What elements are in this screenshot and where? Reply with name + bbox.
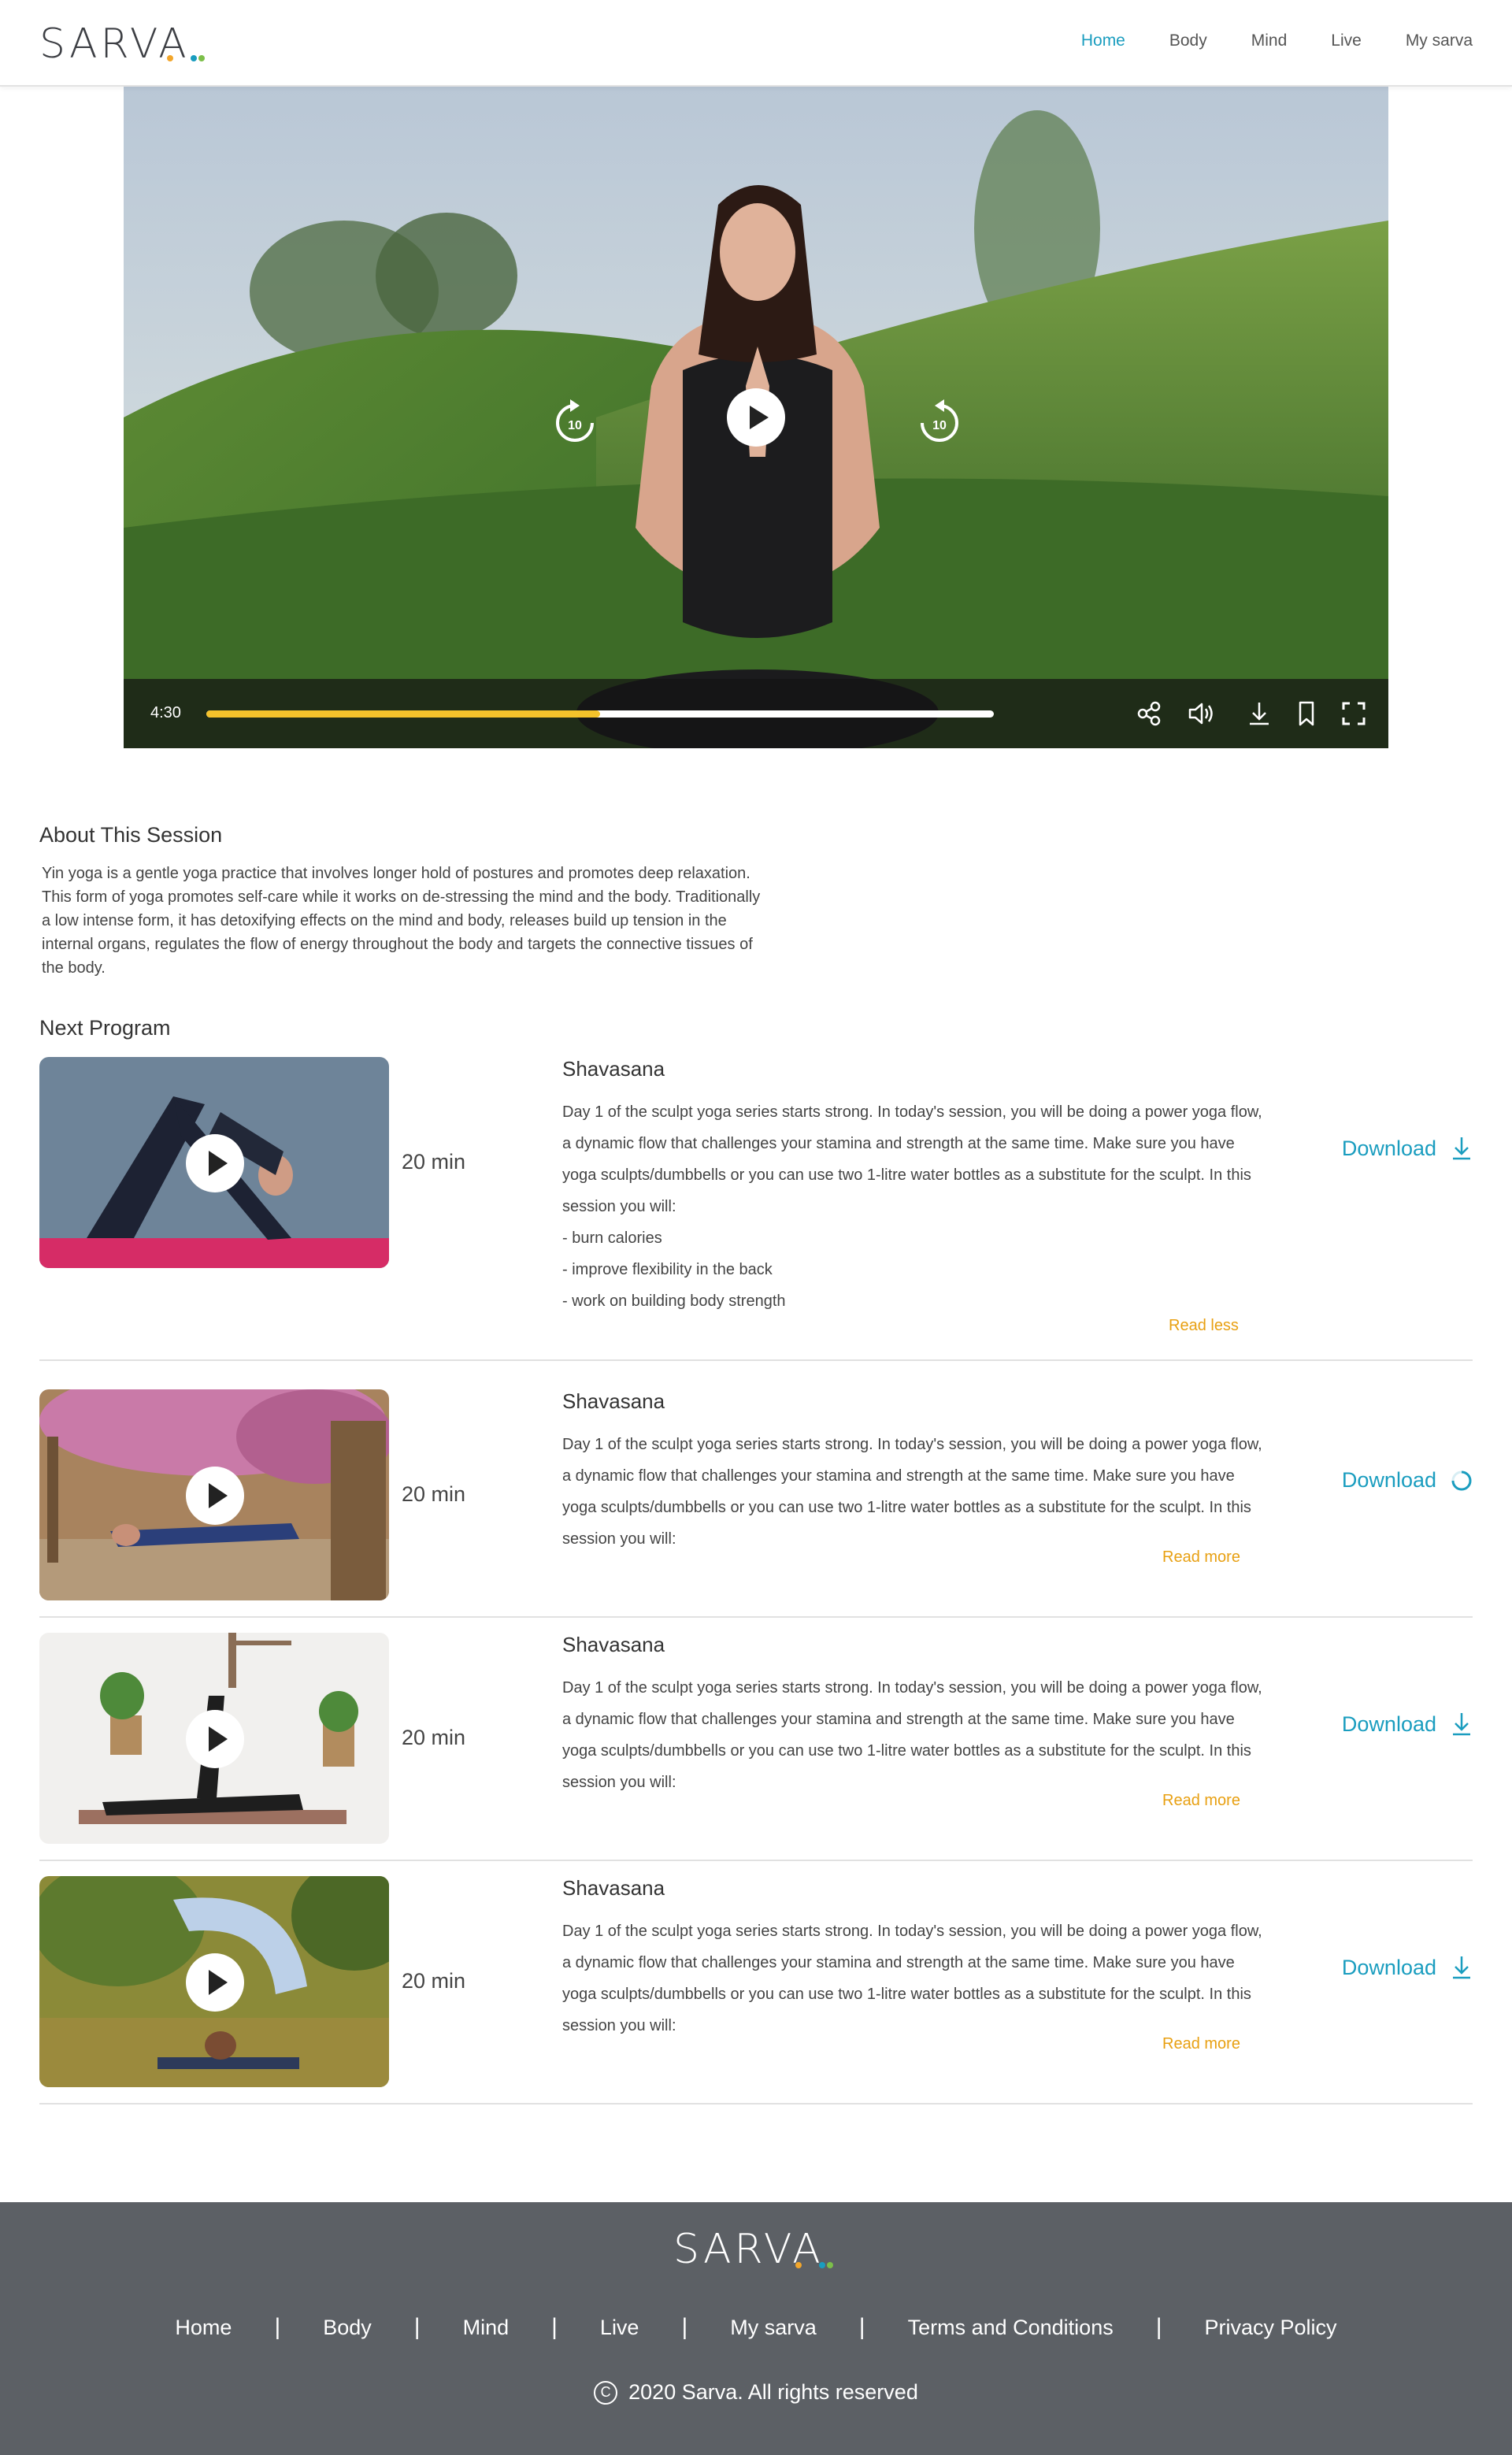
footer-separator: | xyxy=(551,2314,558,2340)
download-button[interactable]: Download xyxy=(1342,1468,1473,1493)
footer-separator: | xyxy=(274,2314,281,2340)
forward-10-icon[interactable]: 10 xyxy=(917,398,962,445)
read-more-link[interactable]: Read more xyxy=(1162,1548,1240,1567)
program-duration: 20 min xyxy=(402,1726,466,1749)
fullscreen-icon[interactable] xyxy=(1340,699,1368,728)
svg-text:10: 10 xyxy=(932,419,947,432)
copyright-text: 2020 Sarva. All rights reserved xyxy=(628,2380,918,2404)
program-row: 20 min Shavasana Day 1 of the sculpt yog… xyxy=(39,1057,1473,1361)
program-duration: 20 min xyxy=(402,1150,466,1174)
play-icon xyxy=(750,406,769,429)
read-more-link[interactable]: Read more xyxy=(1162,1792,1240,1810)
program-title: Shavasana xyxy=(562,1057,665,1081)
download-icon[interactable] xyxy=(1245,699,1273,728)
footer-logo-dots-icon xyxy=(795,2262,833,2268)
footer-link-body[interactable]: Body xyxy=(323,2316,372,2340)
about-session-title: About This Session xyxy=(39,823,223,847)
program-title: Shavasana xyxy=(562,1876,665,1900)
program-bullet: - improve flexibility in the back xyxy=(562,1261,773,1278)
player-control-bar: 4:30 xyxy=(124,679,1388,748)
bookmark-icon[interactable] xyxy=(1292,699,1321,728)
footer-link-live[interactable]: Live xyxy=(600,2316,639,2340)
footer-link-privacy[interactable]: Privacy Policy xyxy=(1205,2316,1337,2340)
program-thumbnail[interactable] xyxy=(39,1389,389,1600)
svg-text:10: 10 xyxy=(568,419,582,432)
download-icon xyxy=(1453,1956,1470,1979)
program-thumbnail[interactable] xyxy=(39,1057,389,1268)
program-title: Shavasana xyxy=(562,1633,665,1656)
download-icon xyxy=(1453,1713,1470,1736)
rewind-10-icon[interactable]: 10 xyxy=(553,398,597,445)
program-description-text: Day 1 of the sculpt yoga series starts s… xyxy=(562,1103,1262,1215)
thumbnail-play-icon[interactable] xyxy=(186,1953,244,2012)
program-bullet: - work on building body strength xyxy=(562,1292,786,1310)
nav-my-sarva[interactable]: My sarva xyxy=(1406,32,1473,50)
program-duration: 20 min xyxy=(402,1969,466,1993)
main-nav: Home Body Mind Live My sarva xyxy=(1081,32,1473,50)
program-description-text: Day 1 of the sculpt yoga series starts s… xyxy=(562,1436,1262,1548)
program-description: Day 1 of the sculpt yoga series starts s… xyxy=(562,1915,1271,2042)
seek-bar[interactable] xyxy=(206,710,994,718)
program-description-text: Day 1 of the sculpt yoga series starts s… xyxy=(562,1679,1262,1791)
site-footer: SARVA Home | Body | Mind | Live | My sar… xyxy=(0,2202,1512,2455)
footer-link-mind[interactable]: Mind xyxy=(463,2316,510,2340)
footer-link-my-sarva[interactable]: My sarva xyxy=(730,2316,817,2340)
program-description: Day 1 of the sculpt yoga series starts s… xyxy=(562,1429,1271,1555)
copyright: C 2020 Sarva. All rights reserved xyxy=(0,2380,1512,2405)
download-button[interactable]: Download xyxy=(1342,1136,1473,1161)
read-more-link[interactable]: Read more xyxy=(1162,2035,1240,2053)
footer-link-terms[interactable]: Terms and Conditions xyxy=(908,2316,1114,2340)
footer-separator: | xyxy=(413,2314,421,2340)
nav-home[interactable]: Home xyxy=(1081,32,1125,50)
share-icon[interactable] xyxy=(1135,699,1163,728)
footer-separator: | xyxy=(681,2314,688,2340)
program-thumbnail[interactable] xyxy=(39,1633,389,1844)
program-description: Day 1 of the sculpt yoga series starts s… xyxy=(562,1096,1271,1317)
seek-bar-progress xyxy=(206,710,600,718)
footer-separator: | xyxy=(1155,2314,1162,2340)
about-session-text: Yin yoga is a gentle yoga practice that … xyxy=(42,865,761,977)
current-time: 4:30 xyxy=(150,704,181,721)
footer-nav: Home | Body | Mind | Live | My sarva | T… xyxy=(0,2314,1512,2341)
footer-separator: | xyxy=(858,2314,865,2340)
loading-spinner-icon xyxy=(1451,1470,1472,1490)
read-less-link[interactable]: Read less xyxy=(1169,1317,1239,1335)
nav-body[interactable]: Body xyxy=(1169,32,1207,50)
program-row: 20 min Shavasana Day 1 of the sculpt yog… xyxy=(39,1633,1473,1861)
footer-link-home[interactable]: Home xyxy=(175,2316,232,2340)
site-header: SARVA Home Body Mind Live My sarva xyxy=(0,0,1512,87)
copyright-icon: C xyxy=(594,2380,618,2405)
nav-live[interactable]: Live xyxy=(1331,32,1362,50)
download-button[interactable]: Download xyxy=(1342,1711,1473,1737)
video-player[interactable]: 10 10 4:30 xyxy=(124,87,1388,748)
volume-icon[interactable] xyxy=(1187,699,1215,728)
nav-mind[interactable]: Mind xyxy=(1251,32,1288,50)
program-row: 20 min Shavasana Day 1 of the sculpt yog… xyxy=(39,1389,1473,1618)
program-thumbnail[interactable] xyxy=(39,1876,389,2087)
thumbnail-play-icon[interactable] xyxy=(186,1134,244,1192)
program-title: Shavasana xyxy=(562,1389,665,1413)
program-description: Day 1 of the sculpt yoga series starts s… xyxy=(562,1672,1271,1798)
download-icon xyxy=(1453,1137,1470,1160)
program-bullet: - burn calories xyxy=(562,1229,662,1247)
program-row: 20 min Shavasana Day 1 of the sculpt yog… xyxy=(39,1876,1473,2105)
program-description-text: Day 1 of the sculpt yoga series starts s… xyxy=(562,1923,1262,2034)
program-duration: 20 min xyxy=(402,1482,466,1506)
download-label: Download xyxy=(1341,1711,1436,1736)
thumbnail-play-icon[interactable] xyxy=(186,1710,244,1768)
download-label: Download xyxy=(1341,1468,1436,1492)
download-label: Download xyxy=(1341,1955,1436,1979)
logo-dots-icon xyxy=(167,55,205,61)
download-label: Download xyxy=(1341,1136,1436,1160)
download-button[interactable]: Download xyxy=(1342,1955,1473,1980)
play-button[interactable] xyxy=(727,388,785,447)
thumbnail-play-icon[interactable] xyxy=(186,1467,244,1525)
next-program-title: Next Program xyxy=(39,1016,171,1040)
